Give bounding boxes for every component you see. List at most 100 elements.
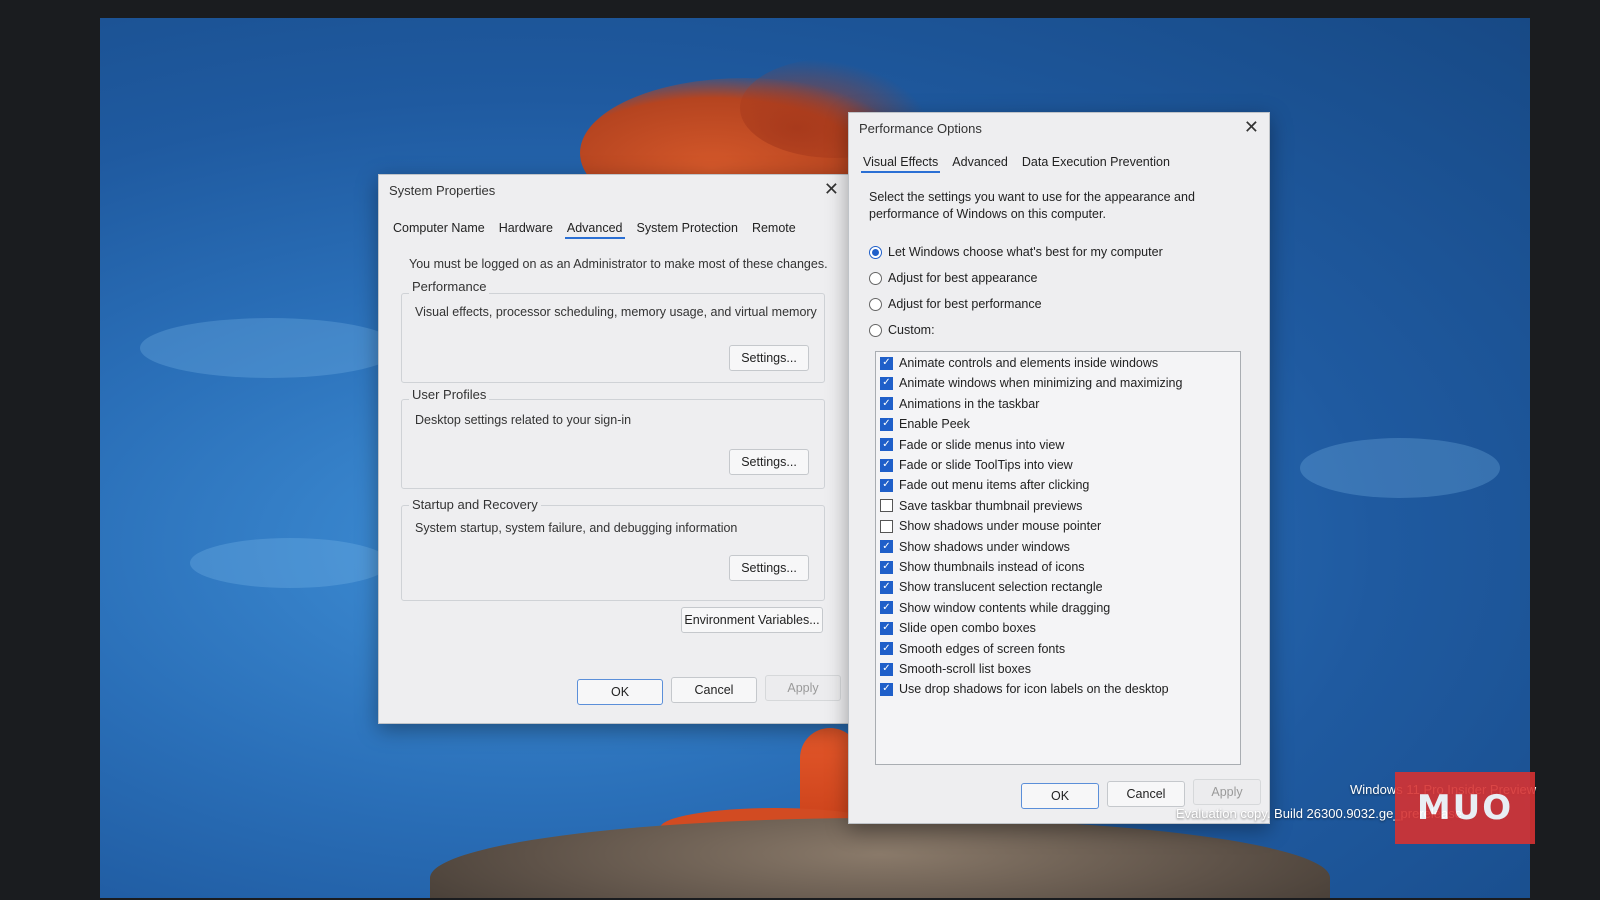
water-ripple	[140, 318, 400, 378]
user-profiles-label: User Profiles	[409, 387, 490, 402]
performance-desc: Visual effects, processor scheduling, me…	[415, 305, 817, 319]
effect-label: Show translucent selection rectangle	[899, 580, 1103, 595]
checkbox-checked-icon[interactable]: ✓	[880, 478, 893, 492]
user-profiles-settings-button[interactable]: Settings...	[729, 449, 809, 475]
checkbox-checked-icon[interactable]: ✓	[880, 458, 893, 472]
tab-strip: Visual Effects Advanced Data Execution P…	[861, 153, 1172, 173]
effect-item[interactable]: ✓ Show thumbnails instead of icons	[880, 560, 1085, 574]
radio-option[interactable]: Adjust for best performance	[869, 297, 1042, 311]
effect-label: Smooth edges of screen fonts	[899, 641, 1066, 656]
radio-option[interactable]: Let Windows choose what's best for my co…	[869, 245, 1163, 259]
checkbox-checked-icon[interactable]: ✓	[880, 540, 893, 554]
effect-item[interactable]: ✓ Use drop shadows for icon labels on the…	[880, 682, 1169, 696]
water-ripple	[190, 538, 390, 588]
ok-button[interactable]: OK	[577, 679, 663, 705]
startup-recovery-group	[401, 505, 825, 601]
tab-remote[interactable]: Remote	[750, 219, 798, 239]
tab-hardware[interactable]: Hardware	[497, 219, 555, 239]
ok-button[interactable]: OK	[1021, 783, 1099, 809]
effect-label: Enable Peek	[899, 417, 970, 432]
effect-label: Save taskbar thumbnail previews	[899, 498, 1083, 513]
effect-label: Use drop shadows for icon labels on the …	[899, 682, 1169, 697]
checkbox-checked-icon[interactable]: ✓	[880, 560, 893, 574]
system-properties-dialog: System Properties ✕ Computer Name Hardwa…	[378, 174, 850, 724]
checkbox-checked-icon[interactable]: ✓	[880, 438, 893, 452]
radio-selected-icon[interactable]	[869, 245, 882, 259]
effect-label: Fade or slide menus into view	[899, 437, 1065, 452]
checkbox-checked-icon[interactable]: ✓	[880, 642, 893, 656]
radio-label: Custom:	[888, 323, 935, 337]
effect-item[interactable]: ✓ Slide open combo boxes	[880, 621, 1036, 635]
tab-advanced[interactable]: Advanced	[950, 153, 1010, 173]
effect-item[interactable]: Show shadows under mouse pointer	[880, 519, 1101, 533]
checkbox-empty-icon[interactable]	[880, 519, 893, 533]
checkbox-checked-icon[interactable]: ✓	[880, 580, 893, 594]
effect-label: Show thumbnails instead of icons	[899, 560, 1085, 574]
effect-item[interactable]: ✓ Fade or slide ToolTips into view	[880, 458, 1073, 472]
checkbox-checked-icon[interactable]: ✓	[880, 397, 893, 411]
radio-label: Let Windows choose what's best for my co…	[888, 245, 1163, 259]
effect-item[interactable]: ✓ Fade or slide menus into view	[880, 438, 1064, 452]
effect-item[interactable]: ✓ Show shadows under windows	[880, 540, 1070, 554]
tab-system-protection[interactable]: System Protection	[635, 219, 740, 239]
effect-label: Fade out menu items after clicking	[899, 478, 1090, 493]
cancel-button[interactable]: Cancel	[671, 677, 757, 703]
radio-label: Adjust for best appearance	[888, 271, 1038, 285]
radio-empty-icon[interactable]	[869, 323, 882, 337]
effect-item[interactable]: ✓ Smooth edges of screen fonts	[880, 642, 1065, 656]
effect-label: Animations in the taskbar	[899, 396, 1040, 411]
rock	[430, 818, 1330, 898]
effect-label: Show shadows under mouse pointer	[899, 519, 1102, 534]
performance-settings-button[interactable]: Settings...	[729, 345, 809, 371]
tab-computer-name[interactable]: Computer Name	[391, 219, 487, 239]
checkbox-checked-icon[interactable]: ✓	[880, 356, 893, 370]
checkbox-checked-icon[interactable]: ✓	[880, 621, 893, 635]
checkbox-checked-icon[interactable]: ✓	[880, 376, 893, 390]
close-icon[interactable]: ✕	[1244, 117, 1259, 138]
effect-item[interactable]: ✓ Show translucent selection rectangle	[880, 580, 1103, 594]
effect-label: Show shadows under windows	[899, 539, 1070, 554]
checkbox-checked-icon[interactable]: ✓	[880, 662, 893, 676]
close-icon[interactable]: ✕	[824, 179, 839, 200]
user-profiles-desc: Desktop settings related to your sign-in	[415, 413, 632, 427]
radio-option[interactable]: Adjust for best appearance	[869, 271, 1037, 285]
tab-strip: Computer Name Hardware Advanced System P…	[391, 219, 798, 239]
startup-recovery-settings-button[interactable]: Settings...	[729, 555, 809, 581]
checkbox-checked-icon[interactable]: ✓	[880, 417, 893, 431]
effect-label: Fade or slide ToolTips into view	[899, 458, 1073, 472]
radio-empty-icon[interactable]	[869, 297, 882, 311]
apply-button[interactable]: Apply	[1193, 779, 1261, 805]
tab-visual-effects[interactable]: Visual Effects	[861, 153, 941, 173]
dialog-title: Performance Options	[859, 121, 982, 136]
effect-item[interactable]: ✓ Animations in the taskbar	[880, 397, 1039, 411]
effect-label: Show window contents while dragging	[899, 600, 1111, 615]
performance-label: Performance	[409, 279, 490, 294]
radio-option[interactable]: Custom:	[869, 323, 935, 337]
effect-item[interactable]: ✓ Smooth-scroll list boxes	[880, 662, 1031, 676]
startup-recovery-label: Startup and Recovery	[409, 497, 541, 512]
effect-item[interactable]: ✓ Animate windows when minimizing and max…	[880, 376, 1182, 390]
apply-button[interactable]: Apply	[765, 675, 841, 701]
tab-advanced[interactable]: Advanced	[564, 219, 625, 239]
checkbox-checked-icon[interactable]: ✓	[880, 601, 893, 615]
cancel-button[interactable]: Cancel	[1107, 781, 1185, 807]
effect-label: Animate controls and elements inside win…	[899, 356, 1159, 370]
effect-item[interactable]: ✓ Animate controls and elements inside wi…	[880, 356, 1158, 370]
checkbox-empty-icon[interactable]	[880, 499, 893, 513]
performance-options-dialog: Performance Options ✕ Visual Effects Adv…	[848, 112, 1270, 824]
effect-item[interactable]: ✓ Fade out menu items after clicking	[880, 478, 1089, 492]
effect-item[interactable]: ✓ Show window contents while dragging	[880, 601, 1110, 615]
tab-data-execution-prevention[interactable]: Data Execution Prevention	[1020, 153, 1172, 173]
radio-empty-icon[interactable]	[869, 271, 882, 285]
effect-item[interactable]: ✓ Enable Peek	[880, 417, 970, 431]
effect-label: Smooth-scroll list boxes	[899, 662, 1031, 676]
radio-label: Adjust for best performance	[888, 297, 1042, 311]
environment-variables-button[interactable]: Environment Variables...	[681, 607, 823, 633]
visual-effects-list[interactable]: ✓ Animate controls and elements inside wi…	[875, 351, 1241, 765]
water-ripple	[1300, 438, 1500, 498]
startup-recovery-desc: System startup, system failure, and debu…	[415, 521, 738, 535]
checkbox-checked-icon[interactable]: ✓	[880, 682, 893, 696]
effect-label: Animate windows when minimizing and maxi…	[899, 376, 1183, 391]
muo-logo: MUO	[1395, 772, 1535, 844]
effect-item[interactable]: Save taskbar thumbnail previews	[880, 499, 1082, 513]
